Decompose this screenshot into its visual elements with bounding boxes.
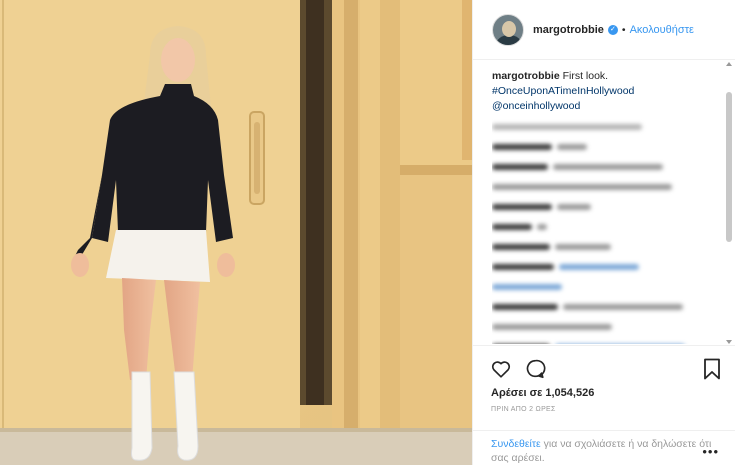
comment-row xyxy=(492,320,722,334)
comment-row xyxy=(492,180,722,194)
scroll-thumb[interactable] xyxy=(726,92,732,242)
comment-row xyxy=(492,240,722,254)
load-more-comments[interactable] xyxy=(492,120,722,134)
follow-button[interactable]: Ακολουθήστε xyxy=(630,24,694,36)
scroll-down-icon[interactable] xyxy=(726,340,732,344)
caption-mention[interactable]: @onceinhollywood xyxy=(492,99,722,114)
bookmark-icon[interactable] xyxy=(703,358,721,380)
comment-row xyxy=(492,260,722,274)
comment-row xyxy=(492,140,722,154)
post-header: margotrobbie ✓ • Ακολουθήστε xyxy=(473,0,735,60)
comment-row xyxy=(492,280,722,294)
comment-icon[interactable] xyxy=(524,358,546,380)
login-link[interactable]: Συνδεθείτε xyxy=(491,438,541,450)
comment-row xyxy=(492,340,722,344)
header-separator: • xyxy=(621,23,626,36)
post-actions: Αρέσει σε 1,054,526 ΠΡΙΝ ΑΠΟ 2 ΩΡΕΣ Συνδ… xyxy=(472,345,735,465)
avatar[interactable] xyxy=(492,13,524,46)
username[interactable]: margotrobbie xyxy=(533,24,604,36)
photo-image xyxy=(0,0,472,465)
login-prompt: Συνδεθείτε για να σχολιάσετε ή να δηλώσε… xyxy=(472,430,735,465)
comment-row xyxy=(492,200,722,214)
post-timestamp[interactable]: ΠΡΙΝ ΑΠΟ 2 ΩΡΕΣ xyxy=(491,406,556,413)
caption: margotrobbie First look. #OnceUponATimeI… xyxy=(492,69,722,114)
scroll-up-icon[interactable] xyxy=(726,62,732,66)
post-photo xyxy=(0,0,472,465)
caption-text: First look. xyxy=(562,70,609,82)
like-count[interactable]: Αρέσει σε 1,054,526 xyxy=(491,387,594,399)
more-options-icon[interactable]: ••• xyxy=(702,444,719,459)
comments-scrollbar[interactable] xyxy=(726,62,732,344)
heart-icon[interactable] xyxy=(490,358,512,380)
comment-row xyxy=(492,220,722,234)
caption-hashtag[interactable]: #OnceUponATimeInHollywood xyxy=(492,84,722,99)
comment-row xyxy=(492,300,722,314)
comment-row xyxy=(492,160,722,174)
caption-username[interactable]: margotrobbie xyxy=(492,70,560,82)
comments-list[interactable]: margotrobbie First look. #OnceUponATimeI… xyxy=(492,69,722,344)
verified-badge-icon: ✓ xyxy=(607,24,618,35)
